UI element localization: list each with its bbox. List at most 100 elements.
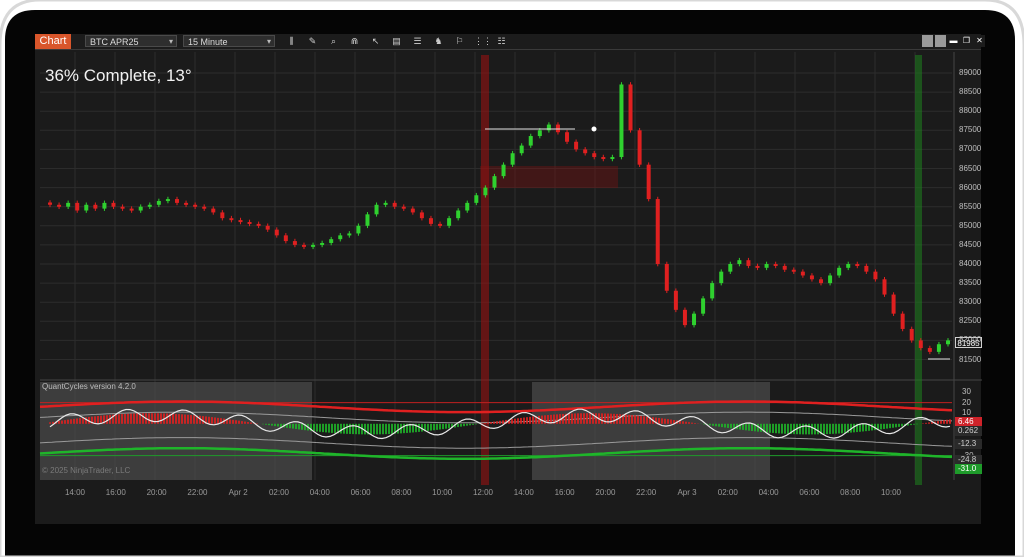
candle-body xyxy=(701,298,706,314)
candle-body xyxy=(837,267,842,276)
price-tick-label: 88000 xyxy=(959,106,982,116)
candle-body xyxy=(583,149,588,154)
candle-body xyxy=(918,340,923,349)
candle-body xyxy=(301,244,306,247)
candle-body xyxy=(120,206,125,209)
candle-body xyxy=(528,136,533,146)
volume-zone xyxy=(480,166,618,188)
indicator-tick-label: 30 xyxy=(962,387,971,396)
candle-body xyxy=(220,212,225,219)
session-marker-green xyxy=(915,55,922,485)
candle-body xyxy=(374,204,379,215)
candle-body xyxy=(492,176,497,188)
time-tick-label: 02:00 xyxy=(717,488,738,497)
candle-body xyxy=(66,202,71,207)
candle-body xyxy=(93,204,98,209)
indicator-panel xyxy=(39,382,953,480)
candle-body xyxy=(519,145,524,154)
candle-body xyxy=(909,328,914,341)
time-tick-label: 10:00 xyxy=(880,488,902,497)
time-tick-label: 22:00 xyxy=(187,488,208,497)
price-tick-label: 89000 xyxy=(959,68,982,77)
candle-body xyxy=(184,202,189,205)
candle-body xyxy=(809,275,814,280)
candle-body xyxy=(447,218,452,226)
indicator-value-flag: -31.0 xyxy=(955,464,982,474)
candle-body xyxy=(292,241,297,245)
candle-body xyxy=(891,294,896,314)
candle-body xyxy=(791,269,796,272)
price-tick-label: 85000 xyxy=(959,220,982,230)
time-tick-label: Apr 2 xyxy=(228,488,248,497)
candle-body xyxy=(138,206,143,211)
candle-body xyxy=(320,242,325,245)
cycle-zone xyxy=(532,382,770,480)
candle-body xyxy=(483,187,488,196)
candle-body xyxy=(247,221,252,224)
candle-body xyxy=(428,218,433,224)
time-tick-label: 20:00 xyxy=(595,488,616,497)
candle-body xyxy=(156,200,161,205)
candle-body xyxy=(329,239,334,243)
candlestick-series xyxy=(48,82,950,360)
price-tick-label: 84000 xyxy=(959,259,982,268)
time-tick-label: 20:00 xyxy=(146,488,167,497)
candle-body xyxy=(438,223,443,226)
price-tick-label: 84500 xyxy=(959,239,982,249)
time-tick-label: 04:00 xyxy=(309,488,330,497)
candle-body xyxy=(882,279,887,295)
candle-body xyxy=(900,313,905,329)
time-tick-label: 10:00 xyxy=(432,488,453,497)
candle-body xyxy=(755,265,760,268)
candle-body xyxy=(401,206,406,209)
candle-body xyxy=(193,204,198,207)
price-tick-label: 82000 xyxy=(959,335,982,345)
candle-body xyxy=(574,141,579,150)
candle-body xyxy=(637,130,642,165)
candle-body xyxy=(692,313,697,326)
candle-body xyxy=(619,84,624,158)
candle-body xyxy=(165,199,170,202)
time-tick-label: Apr 3 xyxy=(677,488,697,497)
candle-body xyxy=(936,344,941,352)
candle-body xyxy=(283,235,288,242)
candle-body xyxy=(628,84,633,131)
candle-body xyxy=(174,199,179,203)
marker-dot xyxy=(591,126,597,132)
price-tick-label: 82500 xyxy=(959,316,982,326)
progress-label: 36% Complete, 13° xyxy=(45,66,192,85)
candle-body xyxy=(392,202,397,207)
candle-body xyxy=(782,265,787,270)
candle-body xyxy=(256,223,261,226)
candle-body xyxy=(48,202,52,205)
candle-body xyxy=(338,235,343,240)
time-tick-label: 06:00 xyxy=(350,488,371,497)
candle-body xyxy=(75,202,80,211)
price-tick-label: 85500 xyxy=(959,201,982,211)
time-tick-label: 14:00 xyxy=(513,488,534,497)
candle-body xyxy=(202,206,207,209)
time-tick-label: 06:00 xyxy=(799,488,820,497)
candle-body xyxy=(655,199,660,264)
candle-body xyxy=(229,218,234,221)
time-tick-label: 04:00 xyxy=(758,488,779,497)
price-tick-label: 86000 xyxy=(959,182,982,192)
candle-body xyxy=(773,264,778,266)
candle-body xyxy=(737,260,742,264)
session-marker-red xyxy=(481,55,489,485)
candle-body xyxy=(474,195,479,203)
candle-body xyxy=(719,271,724,284)
candle-body xyxy=(102,202,107,209)
candle-body xyxy=(864,265,869,272)
price-tick-label: 86500 xyxy=(959,163,982,173)
candle-body xyxy=(129,208,134,211)
indicator-value-flag: 0.262 xyxy=(955,426,982,436)
candle-body xyxy=(646,164,651,200)
time-tick-label: 22:00 xyxy=(636,488,657,497)
time-tick-label: 08:00 xyxy=(391,488,412,497)
price-tick-label: 87500 xyxy=(959,125,982,135)
candle-body xyxy=(828,275,833,284)
price-tick-label: 87000 xyxy=(959,144,982,154)
candle-body xyxy=(111,202,116,207)
time-tick-label: 16:00 xyxy=(105,488,126,497)
